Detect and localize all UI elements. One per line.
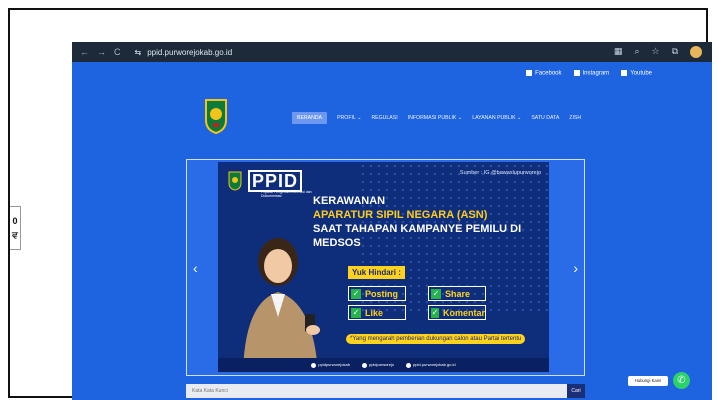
reader-icon[interactable]: ▦ <box>614 46 623 58</box>
social-link-instagram[interactable]: Instagram <box>573 70 609 77</box>
ppid-subtitle: Pejabat Pengelola Informasi dan Dokument… <box>261 190 312 198</box>
screenshot-frame: 0 ਵ ← → C ⇆ ppid.purworejokab.go.id ▦ ⌕ … <box>8 8 712 400</box>
reload-icon[interactable]: C <box>114 47 121 57</box>
search-button[interactable]: Cari <box>567 384 585 398</box>
chat-label[interactable]: Hubungi Kami <box>628 376 668 386</box>
address-bar[interactable]: ⇆ ppid.purworejokab.go.id <box>135 48 233 57</box>
browser-screen: ← → C ⇆ ppid.purworejokab.go.id ▦ ⌕ ☆ ⧉ … <box>72 42 712 400</box>
checkmark-icon: ✓ <box>351 307 361 318</box>
extensions-icon[interactable]: ⧉ <box>672 46 678 58</box>
whatsapp-icon[interactable]: ✆ <box>673 372 690 389</box>
side-widget-top: 0 <box>12 216 18 226</box>
slider-prev-button[interactable]: ‹ <box>193 260 198 276</box>
avoid-item-posting: ✓ Posting <box>348 286 406 301</box>
banner-logo: PPID <box>228 170 303 192</box>
checkmark-icon: ✓ <box>431 288 441 299</box>
hero-slider: ‹ › PPID Pejabat Pengelola Informasi dan… <box>186 159 585 376</box>
bookmark-star-icon[interactable]: ☆ <box>651 46 659 58</box>
globe-icon <box>406 362 412 368</box>
profile-avatar[interactable] <box>690 46 702 58</box>
regency-crest-logo[interactable] <box>203 98 229 134</box>
banner-footer: ppidpurworejokab ppidpurworejo ppid.purw… <box>218 358 549 372</box>
social-links: Facebook Instagram Youtube <box>526 70 652 77</box>
footer-handle-website: ppid.purworejokab.go.id <box>406 362 456 368</box>
crest-icon <box>228 171 242 191</box>
search-input[interactable] <box>186 387 564 395</box>
checkmark-icon: ✓ <box>431 307 439 318</box>
instagram-icon <box>573 70 580 76</box>
avoid-item-share: ✓ Share <box>428 286 486 301</box>
nav-item-beranda[interactable]: BERANDA <box>292 112 328 124</box>
social-link-facebook[interactable]: Facebook <box>526 70 562 77</box>
side-widget-bottom: ਵ <box>12 230 18 240</box>
nav-item-informasi-publik[interactable]: INFORMASI PUBLIK ⌄ <box>408 115 463 121</box>
headline-line-3: SAAT TAHAPAN KAMPANYE PEMILU DI MEDSOS <box>313 223 522 249</box>
main-nav: BERANDA PROFIL ⌄ REGULASI INFORMASI PUBL… <box>292 112 581 124</box>
source-credit: Sumber : IG @bawaslupurworejo <box>459 170 541 176</box>
checkmark-icon: ✓ <box>351 288 361 299</box>
nav-item-zish[interactable]: ZISH <box>569 115 581 121</box>
url-text: ppid.purworejokab.go.id <box>147 47 233 57</box>
side-widget[interactable]: 0 ਵ <box>10 206 21 250</box>
slider-next-button[interactable]: › <box>573 260 578 276</box>
instagram-icon <box>311 362 317 368</box>
nav-item-regulasi[interactable]: REGULASI <box>371 115 397 121</box>
banner-note: *Yang mengarah pemberian dukungan calon … <box>346 334 526 344</box>
forward-icon[interactable]: → <box>97 47 106 57</box>
back-icon[interactable]: ← <box>80 47 89 57</box>
avoid-item-komentar: ✓ Komentar <box>428 305 486 320</box>
presenter-illustration <box>243 238 320 372</box>
youtube-icon <box>621 70 628 76</box>
nav-item-satu-data[interactable]: SATU DATA <box>531 115 559 121</box>
banner-headline: KERAWANAN APARATUR SIPIL NEGARA (ASN) SA… <box>313 194 549 250</box>
headline-line-2: APARATUR SIPIL NEGARA (ASN) <box>313 209 488 221</box>
footer-handle-instagram: ppidpurworejokab <box>311 362 350 368</box>
social-link-youtube[interactable]: Youtube <box>621 70 652 77</box>
zoom-icon[interactable]: ⌕ <box>634 46 639 58</box>
avoid-item-like: ✓ Like <box>348 305 406 320</box>
ppid-brand: PPID <box>248 170 303 192</box>
site-settings-icon[interactable]: ⇆ <box>135 48 142 57</box>
nav-item-profil[interactable]: PROFIL ⌄ <box>337 115 361 121</box>
nav-item-layanan-publik[interactable]: LAYANAN PUBLIK ⌄ <box>472 115 521 121</box>
footer-handle-facebook: ppidpurworejo <box>361 362 394 368</box>
slide-banner[interactable]: PPID Pejabat Pengelola Informasi dan Dok… <box>218 162 549 372</box>
headline-line-1: KERAWANAN <box>313 195 386 207</box>
browser-toolbar: ← → C ⇆ ppid.purworejokab.go.id ▦ ⌕ ☆ ⧉ <box>72 42 712 62</box>
facebook-icon <box>526 70 533 76</box>
avoid-label: Yuk Hindari : <box>348 266 405 279</box>
facebook-icon <box>361 362 367 368</box>
search-bar: Cari <box>186 384 585 398</box>
